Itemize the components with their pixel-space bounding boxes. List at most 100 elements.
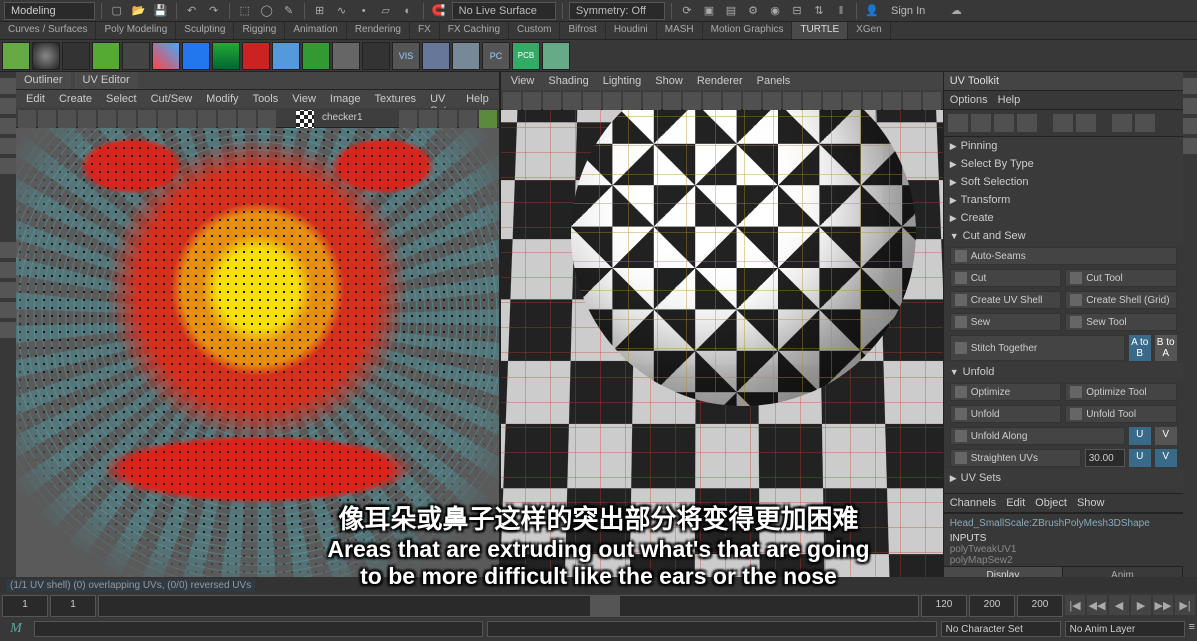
section-selectbytype[interactable]: Select By Type — [944, 155, 1183, 173]
unfold-v-button[interactable]: V — [1155, 427, 1177, 445]
uv-tool-icon[interactable] — [479, 110, 497, 128]
menu-image[interactable]: Image — [324, 92, 367, 106]
uv-tool-icon[interactable] — [218, 110, 236, 128]
stitch-together-button[interactable]: Stitch Together — [950, 335, 1125, 361]
section-pinning[interactable]: Pinning — [944, 137, 1183, 155]
select-mode-icon[interactable]: ⬚ — [236, 2, 254, 20]
sew-tool-button[interactable]: Sew Tool — [1065, 313, 1177, 331]
checker-icon[interactable] — [296, 110, 314, 128]
mel-input[interactable] — [34, 621, 483, 637]
vp-tool-icon[interactable] — [923, 92, 941, 110]
section-softselection[interactable]: Soft Selection — [944, 173, 1183, 191]
unfold-button[interactable]: Unfold — [950, 405, 1062, 423]
vp-tool-icon[interactable] — [723, 92, 741, 110]
menu-modify[interactable]: Modify — [200, 92, 244, 106]
vp-tool-icon[interactable] — [903, 92, 921, 110]
pause-icon[interactable]: ‖ — [832, 2, 850, 20]
vp-tool-icon[interactable] — [743, 92, 761, 110]
input-node[interactable]: polyMapSew2 — [950, 555, 1177, 566]
uv-canvas[interactable] — [16, 128, 499, 602]
uv-tool-icon[interactable] — [198, 110, 216, 128]
shelf-icon[interactable] — [212, 42, 240, 70]
move-tool-icon[interactable] — [0, 118, 16, 134]
vp-tool-icon[interactable] — [683, 92, 701, 110]
vp-tool-icon[interactable] — [783, 92, 801, 110]
vp-menu-renderer[interactable]: Renderer — [691, 74, 749, 88]
uv-tool-icon[interactable] — [58, 110, 76, 128]
shelf-icon[interactable] — [2, 42, 30, 70]
current-frame-input[interactable]: 120 — [921, 595, 967, 617]
range-end-input[interactable]: 200 — [1017, 595, 1063, 617]
uv-editor-tab[interactable]: UV Editor — [75, 72, 138, 89]
attribute-editor-icon[interactable] — [1183, 98, 1197, 114]
section-cutsew[interactable]: Cut and Sew — [944, 227, 1183, 245]
uv-tool-icon[interactable] — [98, 110, 116, 128]
uv-tool-icon[interactable] — [238, 110, 256, 128]
section-unfold[interactable]: Unfold — [944, 363, 1183, 381]
btoa-button[interactable]: B to A — [1155, 335, 1177, 361]
marketplace-icon[interactable]: ☁ — [947, 2, 965, 20]
cut-button[interactable]: Cut — [950, 269, 1062, 287]
menu-tools[interactable]: Tools — [247, 92, 285, 106]
uv-tool-icon[interactable] — [459, 110, 477, 128]
vp-menu-shading[interactable]: Shading — [542, 74, 594, 88]
uvtk-tool-icon[interactable] — [994, 114, 1014, 132]
shelf-icon-pc[interactable]: PC — [482, 42, 510, 70]
menu-view[interactable]: View — [286, 92, 322, 106]
live-surface-select[interactable]: No Live Surface — [452, 2, 556, 20]
toggle-icon[interactable]: ⇅ — [810, 2, 828, 20]
construction-history-icon[interactable]: ⟳ — [678, 2, 696, 20]
shelf-icon[interactable] — [182, 42, 210, 70]
vp-tool-icon[interactable] — [663, 92, 681, 110]
snap-surface-icon[interactable]: ◐ — [399, 2, 417, 20]
vp-tool-icon[interactable] — [583, 92, 601, 110]
uv-tool-icon[interactable] — [18, 110, 36, 128]
uvtk-tool-icon[interactable] — [1017, 114, 1037, 132]
atob-button[interactable]: A to B — [1129, 335, 1151, 361]
vp-menu-panels[interactable]: Panels — [751, 74, 797, 88]
tab-rendering[interactable]: Rendering — [347, 22, 410, 39]
menu-help[interactable]: Help — [460, 92, 495, 106]
scale-tool-icon[interactable] — [0, 158, 16, 174]
shelf-icon[interactable] — [332, 42, 360, 70]
shelf-icon[interactable] — [62, 42, 90, 70]
live-surface-icon[interactable]: 🧲 — [430, 2, 448, 20]
tab-polymodeling[interactable]: Poly Modeling — [96, 22, 176, 39]
uvtk-menu-options[interactable]: Options — [950, 94, 988, 106]
viewport-canvas[interactable] — [501, 110, 943, 602]
tab-sculpting[interactable]: Sculpting — [176, 22, 234, 39]
vp-tool-icon[interactable] — [883, 92, 901, 110]
uvtk-tool-icon[interactable] — [1112, 114, 1132, 132]
ipr-icon[interactable]: ▤ — [722, 2, 740, 20]
uv-tool-icon[interactable] — [419, 110, 437, 128]
character-set-select[interactable]: No Character Set — [941, 621, 1061, 637]
shelf-icon[interactable] — [362, 42, 390, 70]
create-shell-grid-button[interactable]: Create Shell (Grid) — [1065, 291, 1177, 309]
menu-create[interactable]: Create — [53, 92, 98, 106]
vp-tool-icon[interactable] — [543, 92, 561, 110]
input-node[interactable]: polyTweakUV1 — [950, 544, 1177, 555]
open-icon[interactable]: 📂 — [130, 2, 148, 20]
layout-custom-icon[interactable] — [0, 322, 16, 338]
vp-menu-show[interactable]: Show — [649, 74, 689, 88]
shelf-icon[interactable] — [452, 42, 480, 70]
straighten-v-button[interactable]: V — [1155, 449, 1177, 467]
uvtk-tool-icon[interactable] — [971, 114, 991, 132]
menu-uvsets[interactable]: UV Sets — [424, 92, 458, 106]
hypershade-icon[interactable]: ◉ — [766, 2, 784, 20]
layout-four-icon[interactable] — [0, 262, 16, 278]
uv-tool-icon[interactable] — [118, 110, 136, 128]
cb-menu-object[interactable]: Object — [1035, 497, 1067, 509]
shelf-icon[interactable] — [242, 42, 270, 70]
create-uv-shell-button[interactable]: Create UV Shell — [950, 291, 1062, 309]
shelf-icon[interactable] — [422, 42, 450, 70]
layout-single-icon[interactable] — [0, 242, 16, 258]
range-in-input[interactable]: 1 — [50, 595, 96, 617]
shelf-icon[interactable] — [272, 42, 300, 70]
new-scene-icon[interactable]: ▢ — [108, 2, 126, 20]
snap-point-icon[interactable]: • — [355, 2, 373, 20]
menu-edit[interactable]: Edit — [20, 92, 51, 106]
checker-select[interactable]: checker1 — [316, 110, 369, 125]
straighten-uvs-button[interactable]: Straighten UVs — [950, 449, 1081, 467]
section-uvsets[interactable]: UV Sets — [944, 469, 1183, 487]
